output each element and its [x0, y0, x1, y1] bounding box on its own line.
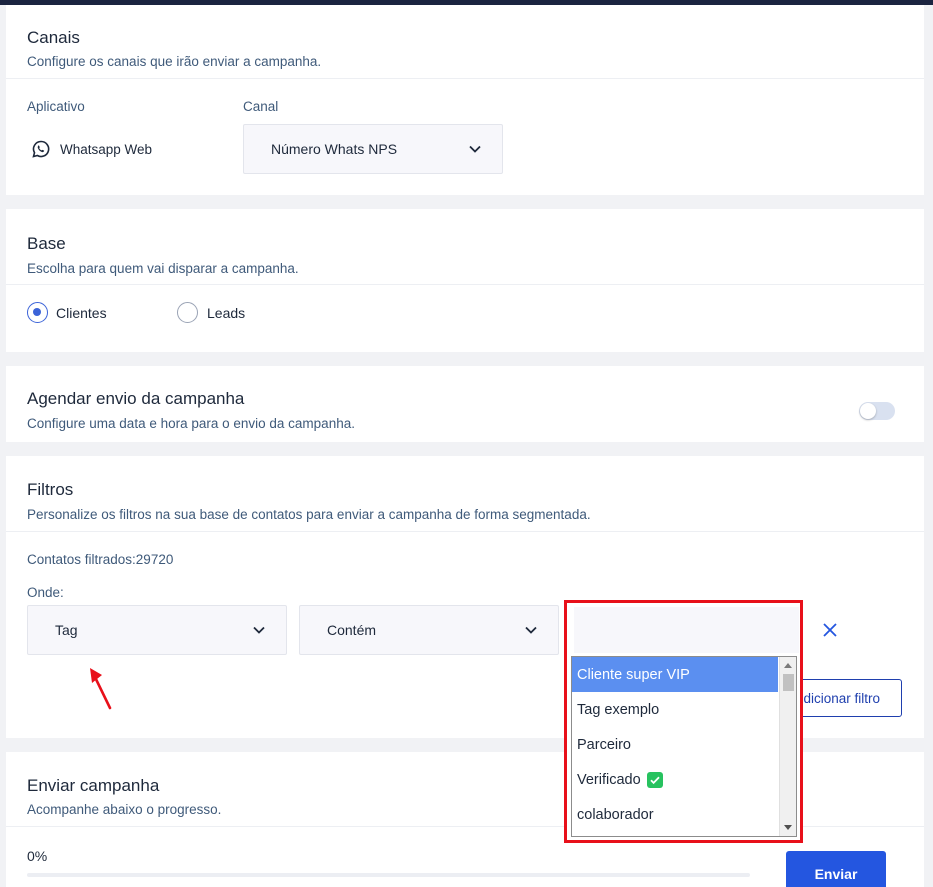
progress-text: 0%	[27, 848, 48, 864]
tag-option-tag-exemplo[interactable]: Tag exemplo	[572, 692, 778, 727]
base-subtitle: Escolha para quem vai disparar a campanh…	[27, 261, 299, 276]
chevron-down-icon	[253, 626, 265, 634]
channel-select-value: Número Whats NPS	[271, 141, 398, 157]
schedule-toggle[interactable]	[859, 402, 895, 420]
app-label: Aplicativo	[27, 99, 85, 114]
tag-dropdown-highlight: Cliente super VIP Tag exemplo Parceiro V…	[564, 600, 803, 843]
filters-title: Filtros	[27, 480, 74, 499]
annotation-arrow-icon	[86, 664, 116, 712]
radio-clientes-label[interactable]: Clientes	[56, 305, 107, 321]
filter-operator-value: Contém	[327, 622, 377, 638]
radio-leads-label[interactable]: Leads	[207, 305, 245, 321]
scrollbar-thumb[interactable]	[783, 674, 794, 691]
radio-clientes[interactable]	[27, 302, 48, 323]
base-card: Base Escolha para quem vai disparar a ca…	[6, 209, 924, 352]
tag-options-list[interactable]: Cliente super VIP Tag exemplo Parceiro V…	[571, 656, 797, 837]
schedule-title: Agendar envio da campanha	[27, 389, 245, 408]
progress-bar	[27, 873, 750, 877]
filter-operator-select[interactable]: Contém	[299, 605, 559, 655]
tag-option-cliente-super-vip[interactable]: Cliente super VIP	[572, 657, 778, 692]
channels-title: Canais	[27, 28, 80, 47]
filter-field-select[interactable]: Tag	[27, 605, 287, 655]
add-filter-label: dicionar filtro	[803, 690, 880, 706]
whatsapp-icon	[32, 140, 50, 158]
where-label: Onde:	[27, 585, 64, 600]
send-button[interactable]: Enviar	[786, 851, 886, 887]
channel-label: Canal	[243, 99, 279, 114]
chevron-down-icon	[525, 626, 537, 634]
send-title: Enviar campanha	[27, 776, 160, 795]
check-mark-icon	[646, 771, 663, 788]
send-subtitle: Acompanhe abaixo o progresso.	[27, 802, 222, 817]
channel-select[interactable]: Número Whats NPS	[243, 124, 503, 174]
schedule-card: Agendar envio da campanha Configure uma …	[6, 366, 924, 442]
app-name: Whatsapp Web	[60, 142, 153, 157]
tag-value-input[interactable]	[574, 607, 799, 653]
filter-field-value: Tag	[55, 622, 78, 638]
chevron-down-icon	[469, 145, 481, 153]
tag-option-verificado[interactable]: Verificado	[572, 762, 778, 797]
tag-option-parceiro[interactable]: Parceiro	[572, 727, 778, 762]
dropdown-scrollbar[interactable]	[779, 657, 796, 836]
channels-card: Canais Configure os canais que irão envi…	[6, 5, 924, 195]
scroll-up-icon[interactable]	[784, 663, 792, 668]
schedule-subtitle: Configure uma data e hora para o envio d…	[27, 416, 355, 431]
filters-subtitle: Personalize os filtros na sua base de co…	[27, 507, 591, 522]
channels-subtitle: Configure os canais que irão enviar a ca…	[27, 54, 322, 69]
radio-leads[interactable]	[177, 302, 198, 323]
divider	[6, 284, 924, 285]
filtered-contacts-count: Contatos filtrados:29720	[27, 552, 174, 567]
base-title: Base	[27, 234, 66, 253]
scroll-down-icon[interactable]	[784, 825, 792, 830]
tag-option-colaborador[interactable]: colaborador	[572, 797, 778, 832]
send-button-label: Enviar	[814, 866, 858, 882]
divider	[6, 78, 924, 79]
remove-filter-icon[interactable]	[822, 622, 838, 638]
divider	[6, 531, 924, 532]
